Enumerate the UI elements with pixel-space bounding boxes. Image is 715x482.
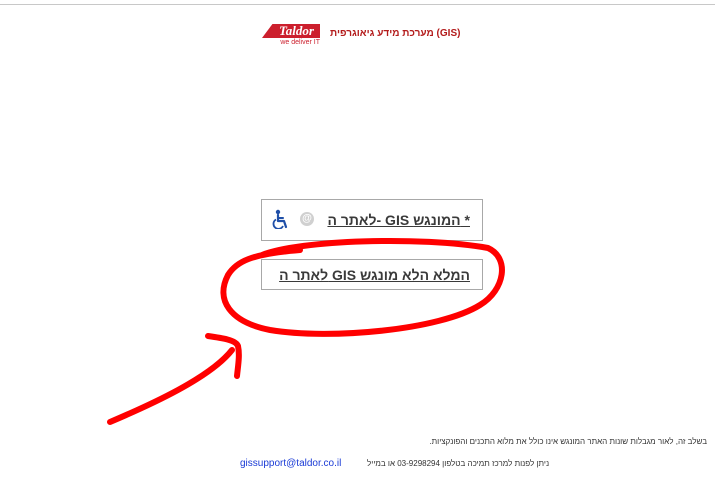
annotation-arrow <box>107 333 242 425</box>
at-sign-icon: @ <box>300 212 314 226</box>
footer-contact: gissupport@taldor.co.il ניתן לפנות למרכז… <box>240 458 550 472</box>
logo-brand-text: Taldor <box>279 23 314 38</box>
accessible-site-button[interactable]: @ לאתר ה- GIS המונגש * <box>261 199 483 241</box>
footer-note: בשלב זה, לאור מגבלות שונות האתר המונגש א… <box>429 437 707 446</box>
full-site-button[interactable]: לאתר ה GIS המלא הלא מונגש <box>261 259 483 290</box>
taldor-logo: Taldor we deliver IT <box>262 23 322 50</box>
top-divider <box>0 4 715 5</box>
support-email-link[interactable]: gissupport@taldor.co.il <box>240 458 341 469</box>
page-title: מערכת מידע גיאוגרפית (GIS) <box>330 28 461 39</box>
accessibility-icons: @ <box>272 209 314 229</box>
accessible-site-label: לאתר ה- GIS המונגש * <box>327 212 470 228</box>
page-header: Taldor we deliver IT מערכת מידע גיאוגרפי… <box>262 23 502 50</box>
full-site-label: לאתר ה GIS המלא הלא מונגש <box>279 266 470 283</box>
logo-slogan: we deliver IT <box>280 39 320 46</box>
support-contact-text: ניתן לפנות למרכז תמיכה בטלפון 03-9298294… <box>367 459 550 468</box>
red-annotation-overlay <box>107 237 505 425</box>
wheelchair-icon <box>272 209 288 229</box>
